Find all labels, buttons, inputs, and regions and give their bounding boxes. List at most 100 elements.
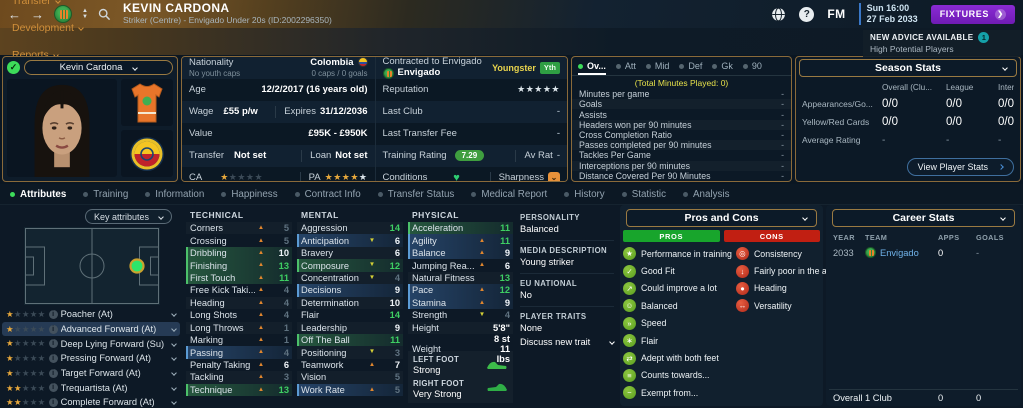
section-tab[interactable]: Statistic (621, 189, 666, 200)
change-arrow-icon (476, 287, 488, 293)
age-label: Age (189, 84, 206, 96)
role-info-icon[interactable] (48, 397, 58, 407)
colombia-flag-icon (357, 57, 368, 68)
section-tab[interactable]: Attributes (10, 189, 66, 200)
attribute-row: Technique 13 (186, 383, 292, 397)
view-player-stats-button[interactable]: View Player Stats (906, 158, 1014, 176)
con-item[interactable]: ● Heading (735, 280, 832, 297)
role-row[interactable]: ★★★★★ Complete Forward (At) (2, 395, 180, 408)
season-stats-header[interactable]: Season Stats (799, 59, 1017, 77)
pa-label: PA (308, 172, 321, 182)
training-rating-badge: 7.29 (454, 150, 485, 162)
role-info-icon[interactable] (48, 339, 58, 349)
attribute-row: Vision 5 (297, 371, 403, 383)
globe-icon[interactable] (771, 7, 786, 22)
right-foot-value: Very Strong (413, 389, 462, 400)
pro-item[interactable]: ∗ Flair (623, 332, 732, 349)
attribute-row: Finishing 13 (186, 259, 292, 272)
reputation-stars: ★★★★★ (517, 84, 560, 95)
career-goals: - (976, 247, 980, 258)
stats-tab[interactable]: 90 (742, 57, 762, 75)
pro-icon: ↗ (623, 281, 636, 295)
nationality-label: Nationality (189, 57, 234, 68)
pro-item[interactable]: » Speed (623, 315, 732, 332)
last-club-value: - (556, 106, 560, 118)
player-stepper[interactable]: ▲ ▼ (82, 8, 88, 20)
fm-logo: FM (827, 7, 846, 21)
eu-national-value: No (520, 290, 532, 300)
section-tab[interactable]: Happiness (221, 189, 278, 200)
player-select-dropdown[interactable]: Kevin Cardona (24, 60, 173, 75)
pros-cons-header[interactable]: Pros and Cons (626, 209, 817, 227)
role-row[interactable]: ★★★★★ Target Forward (At) (2, 366, 180, 381)
tab-dot-icon (645, 63, 651, 69)
key-attributes-dropdown[interactable]: Key attributes (84, 209, 172, 224)
pro-item[interactable]: ↗ Could improve a lot (623, 280, 732, 297)
role-info-icon[interactable] (48, 324, 58, 334)
stats-tab[interactable]: Def (679, 57, 702, 75)
chevron-down-icon (132, 64, 139, 71)
role-info-icon[interactable] (48, 383, 58, 393)
help-icon[interactable]: ? (799, 6, 815, 22)
role-row[interactable]: ★★★★★ Deep Lying Forward (Su) (2, 336, 180, 351)
pro-icon: ✓ (623, 264, 636, 278)
sharpness-badge-icon: ⌄ (548, 171, 560, 181)
attribute-row: Agility 11 (408, 234, 513, 247)
pro-icon: ≡ (623, 368, 636, 382)
section-tab[interactable]: Information (145, 189, 204, 200)
career-overall-goals: 0 (976, 393, 982, 403)
section-tab[interactable]: Contract Info (294, 189, 361, 200)
role-info-icon[interactable] (48, 368, 58, 378)
section-tab[interactable]: Medical Report (471, 189, 547, 200)
stats-tab[interactable]: Gk (712, 57, 733, 75)
stats-tab[interactable]: Att (615, 57, 636, 75)
pro-item[interactable]: ⇄ Adept with both feet (623, 349, 732, 366)
discuss-new-trait-dropdown[interactable]: Discuss new trait (520, 337, 615, 347)
pro-item[interactable]: ☺ Balanced (623, 297, 732, 314)
section-tab[interactable]: Transfer Status (377, 189, 454, 200)
role-row[interactable]: ★★★★★ Advanced Forward (At) (2, 321, 180, 337)
attribute-row: Positioning 3 (297, 346, 403, 358)
pro-item[interactable]: ★ Performance in training (623, 245, 732, 262)
section-tab[interactable]: Analysis (683, 189, 729, 200)
stats-tab[interactable]: Ov... (578, 57, 606, 75)
role-row[interactable]: ★★★★★ Pressing Forward (At) (2, 351, 180, 366)
nav-tab[interactable]: Development (12, 15, 84, 42)
media-description-label: MEDIA DESCRIPTION (520, 246, 608, 255)
section-tab[interactable]: Training (83, 189, 128, 200)
con-item[interactable]: ↓ Fairly poor in the air (735, 262, 832, 279)
pro-item[interactable]: − Exempt from... (623, 384, 732, 401)
role-info-icon[interactable] (48, 309, 58, 319)
club-link[interactable]: Envigado (382, 67, 482, 79)
last-fee-label: Last Transfer Fee (382, 128, 457, 140)
last-fee-value: - (556, 128, 560, 140)
role-row[interactable]: ★★★★★ Poacher (At) (2, 307, 180, 322)
player-traits-value: None (520, 323, 543, 333)
con-item[interactable]: ◎ Consistency (735, 245, 832, 262)
change-arrow-icon (255, 387, 267, 393)
attribute-row: Pace 12 (408, 284, 513, 297)
value-label: Value (189, 128, 213, 140)
advice-notification[interactable]: NEW ADVICE AVAILABLE 1 High Potential Pl… (863, 30, 1021, 57)
search-icon[interactable] (98, 8, 111, 21)
pro-item[interactable]: ✓ Good Fit (623, 262, 732, 279)
attribute-row: Stamina 9 (408, 296, 513, 310)
con-item[interactable]: ↔ Versatility (735, 297, 832, 314)
role-row[interactable]: ★★★★★ Trequartista (At) (2, 380, 180, 395)
stats-tab[interactable]: Mid (645, 57, 669, 75)
attribute-row: Decisions 9 (297, 284, 403, 297)
attribute-row: Marking 1 (186, 334, 292, 346)
expires-value: 31/12/2036 (319, 106, 368, 118)
change-arrow-icon (366, 362, 378, 368)
pro-item[interactable]: ≡ Counts towards... (623, 367, 732, 384)
career-team-link[interactable]: Envigado (865, 245, 938, 260)
tab-dot-icon (83, 191, 89, 197)
fixtures-button[interactable]: FIXTURES ❯ (930, 4, 1015, 24)
career-stats-header[interactable]: Career Stats (832, 209, 1015, 227)
role-info-icon[interactable] (48, 353, 58, 363)
section-tab[interactable]: History (564, 189, 605, 200)
nav-tab[interactable]: Transfer (12, 0, 83, 15)
chevron-down-icon (171, 311, 177, 318)
player-portrait (7, 79, 117, 177)
career-apps: 0 (938, 247, 944, 258)
